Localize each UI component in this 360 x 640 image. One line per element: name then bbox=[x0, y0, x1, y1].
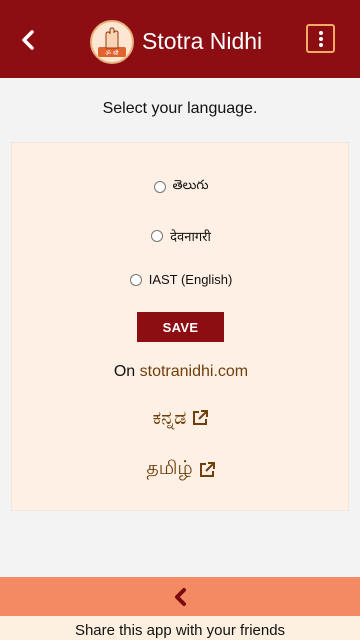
app-bar: ॐ श्री Stotra Nidhi bbox=[0, 0, 360, 78]
language-label-devanagari: देवनागरी bbox=[170, 230, 211, 245]
kannada-link[interactable]: ಕನ್ನಡ bbox=[12, 407, 350, 429]
language-prompt: Select your language. bbox=[102, 100, 258, 117]
bottom-back-bar[interactable] bbox=[0, 577, 360, 616]
site-line: On stotranidhi.com bbox=[12, 363, 350, 381]
logo-text: ॐ श्री bbox=[105, 49, 119, 57]
language-option-devanagari[interactable]: देवनागरी bbox=[12, 227, 350, 245]
radio-telugu[interactable] bbox=[153, 181, 166, 193]
external-link-icon bbox=[199, 461, 215, 477]
language-card: తెలుగు देवनागरी IAST (English) SAVE On s… bbox=[11, 142, 349, 511]
back-button[interactable] bbox=[14, 26, 42, 54]
tamil-link[interactable]: தமிழ் bbox=[12, 457, 350, 482]
overflow-menu-button[interactable] bbox=[306, 24, 335, 53]
radio-devanagari[interactable] bbox=[151, 230, 164, 242]
site-prefix: On bbox=[113, 363, 136, 380]
language-option-telugu[interactable]: తెలుగు bbox=[12, 178, 350, 196]
app-logo: ॐ श्री bbox=[90, 20, 134, 64]
tamil-link-label: தமிழ் bbox=[146, 457, 193, 479]
share-app-banner[interactable]: Share this app with your friends bbox=[0, 616, 360, 640]
external-link-icon bbox=[193, 410, 209, 425]
chevron-left-icon bbox=[175, 587, 186, 606]
site-link[interactable]: stotranidhi.com bbox=[140, 363, 249, 380]
app-title: Stotra Nidhi bbox=[142, 28, 263, 54]
save-button[interactable]: SAVE bbox=[137, 312, 224, 342]
language-label-telugu: తెలుగు bbox=[172, 178, 209, 193]
radio-iast[interactable] bbox=[129, 273, 142, 286]
language-option-iast[interactable]: IAST (English) bbox=[12, 272, 350, 287]
language-label-iast: IAST (English) bbox=[148, 272, 233, 287]
kannada-link-label: ಕನ್ನಡ bbox=[152, 407, 187, 429]
kebab-menu-icon bbox=[318, 30, 323, 47]
chevron-left-icon bbox=[22, 30, 34, 50]
